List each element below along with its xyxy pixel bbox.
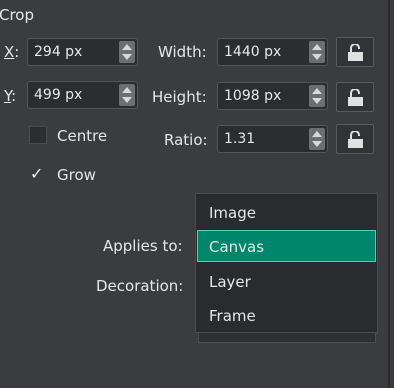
height-spinner[interactable] [309,85,325,107]
dropdown-option-frame[interactable]: Frame [196,300,377,332]
applies-to-dropdown[interactable]: Image Canvas Layer Frame [195,193,378,333]
grow-label: Grow [57,166,96,184]
lock-icon [348,44,363,61]
y-value: 499 px [34,87,83,103]
panel-title: Crop [0,6,35,24]
dropdown-option-image[interactable]: Image [196,197,377,229]
centre-label: Centre [57,127,108,145]
height-label: Height: [152,88,207,106]
decoration-label: Decoration: [96,277,184,295]
spin-up-icon[interactable] [312,44,322,50]
panel-border [388,0,390,388]
width-label: Width: [158,43,207,61]
dropdown-option-layer[interactable]: Layer [196,266,377,298]
ratio-field[interactable]: 1.31 [217,125,328,153]
dropdown-option-canvas[interactable]: Canvas [197,230,376,262]
width-spinner[interactable] [309,41,325,63]
y-spinner[interactable] [119,84,135,106]
ratio-value: 1.31 [224,131,256,147]
lock-icon [348,89,363,106]
x-label: X: [4,43,20,61]
height-field[interactable]: 1098 px [217,82,328,110]
x-spinner[interactable] [119,41,135,63]
width-value: 1440 px [224,44,282,60]
spin-down-icon[interactable] [312,98,322,104]
x-value: 294 px [34,44,83,60]
spin-down-icon[interactable] [122,97,132,103]
width-lock-button[interactable] [336,37,374,67]
ratio-lock-button[interactable] [336,124,374,154]
applies-to-label: Applies to: [103,237,183,255]
width-field[interactable]: 1440 px [217,38,328,66]
spin-up-icon[interactable] [122,44,132,50]
y-field[interactable]: 499 px [27,81,138,109]
x-field[interactable]: 294 px [27,38,138,66]
y-label: Y: [4,87,17,105]
ratio-spinner[interactable] [309,128,325,150]
spin-down-icon[interactable] [122,54,132,60]
lock-icon [348,131,363,148]
spin-up-icon[interactable] [312,131,322,137]
spin-up-icon[interactable] [312,88,322,94]
grow-checkbox[interactable]: ✓ [30,164,43,183]
spin-up-icon[interactable] [122,87,132,93]
spin-down-icon[interactable] [312,141,322,147]
height-value: 1098 px [224,88,282,104]
spin-down-icon[interactable] [312,54,322,60]
height-lock-button[interactable] [336,82,374,112]
ratio-label: Ratio: [164,131,208,149]
centre-checkbox[interactable] [29,126,47,144]
